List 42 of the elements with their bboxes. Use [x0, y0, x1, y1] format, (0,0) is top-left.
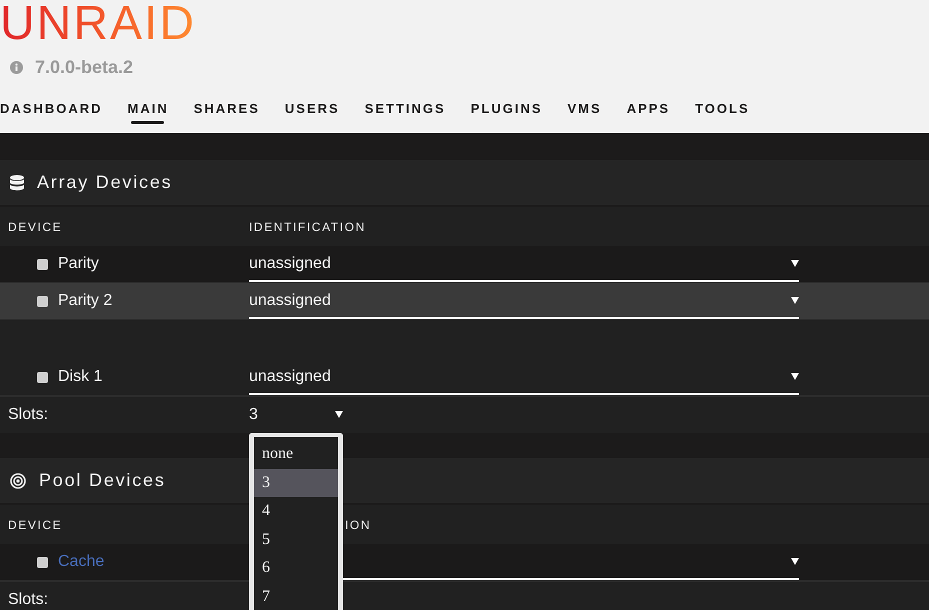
- caret-icon: [335, 411, 343, 418]
- nav-tab[interactable]: APPS: [626, 98, 670, 124]
- section-title: Pool Devices: [39, 470, 166, 491]
- slots-select[interactable]: 3: [249, 403, 343, 433]
- column-header: ION: [344, 518, 372, 532]
- dropdown-option[interactable]: 7: [254, 582, 338, 610]
- status-square-icon: [37, 258, 48, 270]
- status-square-icon: [37, 296, 48, 306]
- nav-tab[interactable]: SHARES: [194, 98, 260, 124]
- nav-tab[interactable]: SETTINGS: [364, 98, 446, 124]
- device-name: Disk 1: [58, 368, 102, 386]
- dropdown-option[interactable]: 6: [254, 554, 338, 583]
- caret-icon: [791, 297, 799, 304]
- dropdown-option[interactable]: 4: [254, 497, 338, 526]
- slots-label: Slots:: [8, 591, 48, 609]
- column-header: IDENTIFICATION: [249, 220, 367, 234]
- dropdown-option[interactable]: none: [254, 440, 338, 469]
- nav-tab[interactable]: PLUGINS: [470, 98, 543, 124]
- status-square-icon: [37, 372, 48, 382]
- device-name: Parity: [58, 255, 99, 273]
- column-header: DEVICE: [7, 518, 64, 532]
- dropdown-option[interactable]: 5: [254, 526, 338, 554]
- caret-icon: [791, 260, 799, 267]
- column-header: DEVICE: [7, 220, 64, 234]
- nav-tab[interactable]: MAIN: [128, 98, 169, 124]
- section-title: Array Devices: [37, 172, 172, 193]
- device-select[interactable]: unassigned: [249, 289, 799, 319]
- device-name: Parity 2: [58, 292, 112, 310]
- nav-tab[interactable]: DASHBOARD: [0, 98, 102, 124]
- version-label: 7.0.0-beta.2: [35, 57, 134, 77]
- slots-label: Slots:: [8, 406, 48, 424]
- caret-icon: [791, 558, 799, 565]
- device-select[interactable]: unassigned: [249, 365, 799, 395]
- dropdown-option[interactable]: 3: [254, 468, 338, 498]
- database-icon: [10, 174, 24, 190]
- info-icon: [10, 60, 23, 74]
- nav-tab[interactable]: TOOLS: [695, 98, 750, 124]
- nav-tab[interactable]: USERS: [284, 98, 340, 124]
- nav-tab[interactable]: VMS: [568, 98, 602, 124]
- status-square-icon: [37, 556, 48, 568]
- target-icon: [10, 472, 26, 488]
- caret-icon: [791, 373, 799, 380]
